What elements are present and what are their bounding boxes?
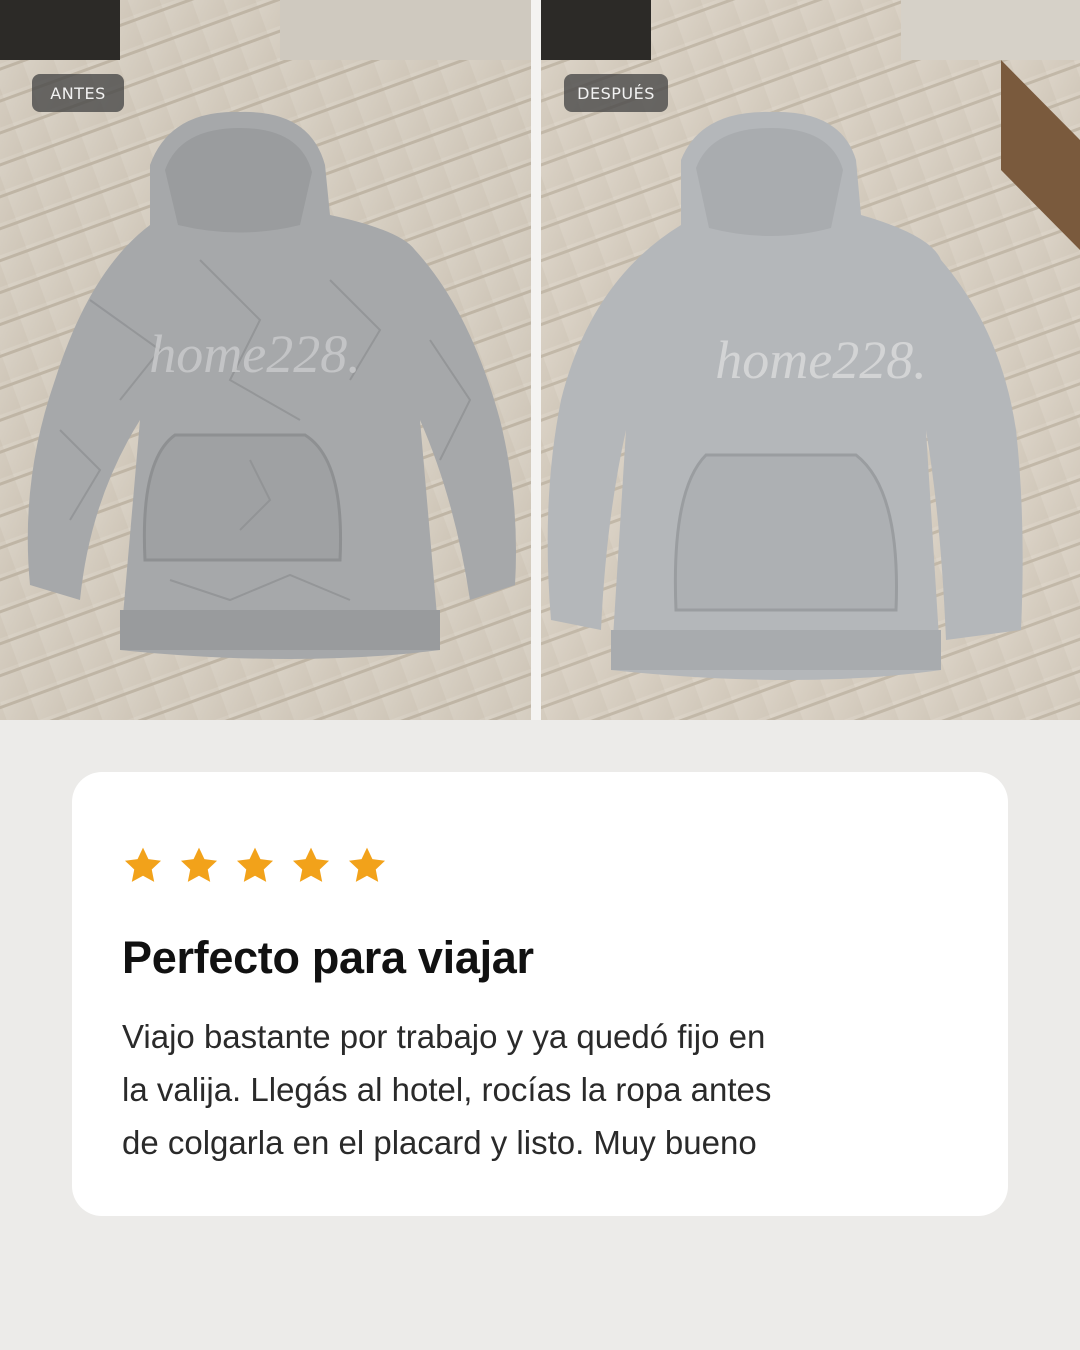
- review-line: de colgarla en el placard y listo. Muy b…: [122, 1124, 757, 1161]
- star-icon: [124, 847, 162, 882]
- review-body: Viajo bastante por trabajo y ya quedó fi…: [122, 1010, 922, 1169]
- star-icon: [236, 847, 274, 882]
- review-card: Perfecto para viajar Viajo bastante por …: [72, 772, 1008, 1216]
- star-icon: [292, 847, 330, 882]
- photo-divider: [531, 0, 541, 720]
- before-photo: home228. ANTES: [0, 0, 531, 720]
- before-after-photos: home228. ANTES home228. DESPUÉS: [0, 0, 1080, 720]
- review-line: la valija. Llegás al hotel, rocías la ro…: [122, 1071, 772, 1108]
- star-icon: [348, 847, 386, 882]
- after-label: DESPUÉS: [564, 74, 668, 112]
- before-label: ANTES: [32, 74, 124, 112]
- review-title: Perfecto para viajar: [122, 932, 534, 983]
- after-photo: home228. DESPUÉS: [541, 0, 1080, 720]
- watermark: home228.: [149, 324, 360, 384]
- star-rating: [122, 845, 388, 887]
- watermark: home228.: [715, 330, 926, 390]
- star-icon: [180, 847, 218, 882]
- review-line: Viajo bastante por trabajo y ya quedó fi…: [122, 1018, 766, 1055]
